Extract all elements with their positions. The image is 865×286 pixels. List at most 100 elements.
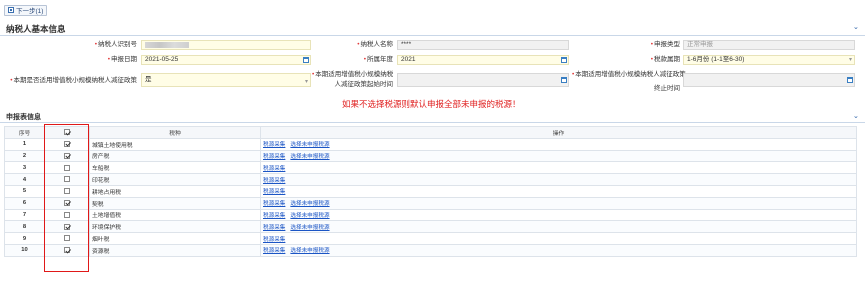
tax-type-name: 契税: [89, 196, 261, 210]
tax-period-label: •税款属期: [650, 56, 680, 63]
tax-type-name: 烟叶税: [89, 232, 261, 245]
next-step-button[interactable]: 下一步(1): [4, 4, 48, 16]
row-seq: 6: [4, 196, 45, 210]
table-row: 4 印花税 税源采集: [4, 173, 857, 186]
policy-end-label-line2: 终止时间: [654, 85, 680, 92]
row-checkbox[interactable]: [64, 235, 70, 242]
row-checkbox-cell: [44, 232, 90, 245]
declare-type-field: 正常申报: [683, 40, 855, 50]
select-all-checkbox[interactable]: [64, 129, 70, 136]
collect-source-link[interactable]: 税源采集: [263, 248, 285, 254]
row-checkbox-cell: [44, 149, 90, 163]
declare-table-header[interactable]: 申报表信息 ⌄: [0, 112, 865, 123]
row-seq: 2: [4, 149, 45, 163]
row-ops: 税源采集 选择未申报税源: [260, 220, 857, 234]
collect-source-link[interactable]: 税源采集: [263, 154, 285, 160]
select-undeclared-link[interactable]: 选择未申报税源: [290, 201, 329, 207]
toolbar: 下一步(1): [4, 4, 48, 16]
policy-start-label-line2: 人减征政策起始时间: [334, 81, 394, 88]
row-checkbox[interactable]: [64, 188, 70, 195]
calendar-icon[interactable]: [561, 77, 567, 83]
source-selection-note: 如果不选择税源则默认申报全部未申报的税源！: [342, 99, 521, 109]
small-scale-select[interactable]: 是 ▾: [141, 73, 311, 87]
collect-source-link[interactable]: 税源采集: [263, 225, 285, 231]
taxpayer-name-field: ****: [397, 40, 569, 50]
collect-source-link[interactable]: 税源采集: [263, 237, 285, 243]
tax-type-name: 资源税: [89, 243, 261, 257]
taxpayer-name-label: •纳税人名称: [357, 41, 393, 48]
table-row: 5 耕地占用税 税源采集: [4, 184, 857, 198]
row-checkbox[interactable]: [64, 140, 70, 147]
row-ops: 税源采集 选择未申报税源: [260, 196, 857, 210]
row-checkbox[interactable]: [64, 164, 70, 171]
policy-start-field[interactable]: [397, 73, 569, 87]
row-checkbox-cell: [44, 220, 90, 234]
collect-source-link[interactable]: 税源采集: [263, 189, 285, 195]
collect-source-link[interactable]: 税源采集: [263, 142, 285, 148]
basic-info-header[interactable]: 纳税人基本信息 ⌄: [0, 22, 865, 36]
row-checkbox[interactable]: [64, 199, 70, 206]
tax-period-select[interactable]: 1-6月份 (1-1至6-30) ▾: [683, 55, 855, 65]
small-scale-label: •本期是否适用增值税小规模纳税人减征政策: [10, 77, 137, 84]
policy-end-label: •本期适用增值税小规模纳税人减征政策: [572, 71, 686, 78]
select-undeclared-link[interactable]: 选择未申报税源: [290, 213, 329, 219]
collect-source-link[interactable]: 税源采集: [263, 178, 285, 184]
collect-source-link[interactable]: 税源采集: [263, 166, 285, 172]
row-checkbox-cell: [44, 184, 90, 198]
tax-year-field[interactable]: 2021: [397, 55, 569, 65]
tax-type-name: 印花税: [89, 173, 261, 186]
row-seq: 3: [4, 161, 45, 175]
tax-type-name: 城镇土地使用税: [89, 137, 261, 151]
collapse-chevron-icon[interactable]: ⌄: [853, 113, 859, 120]
table-row: 10 资源税 税源采集 选择未申报税源: [4, 243, 857, 257]
select-undeclared-link[interactable]: 选择未申报税源: [290, 225, 329, 231]
select-undeclared-link[interactable]: 选择未申报税源: [290, 142, 329, 148]
select-undeclared-link[interactable]: 选择未申报税源: [290, 154, 329, 160]
row-checkbox[interactable]: [64, 152, 70, 159]
next-step-icon: [8, 7, 14, 13]
row-checkbox-cell: [44, 196, 90, 210]
row-ops: 税源采集 选择未申报税源: [260, 208, 857, 222]
row-checkbox[interactable]: [64, 176, 70, 183]
table-row: 3 车船税 税源采集: [4, 161, 857, 175]
table-row: 9 烟叶税 税源采集: [4, 232, 857, 245]
calendar-icon[interactable]: [303, 57, 309, 63]
select-all-header: [44, 126, 90, 139]
collect-source-link[interactable]: 税源采集: [263, 213, 285, 219]
row-checkbox-cell: [44, 173, 90, 186]
table-row: 6 契税 税源采集 选择未申报税源: [4, 196, 857, 210]
taxpayer-id-field[interactable]: [141, 40, 311, 50]
row-ops: 税源采集: [260, 184, 857, 198]
basic-info-title: 纳税人基本信息: [6, 23, 66, 34]
row-seq: 5: [4, 184, 45, 198]
calendar-icon[interactable]: [847, 77, 853, 83]
table-row: 1 城镇土地使用税 税源采集 选择未申报税源: [4, 137, 857, 151]
select-undeclared-link[interactable]: 选择未申报税源: [290, 248, 329, 254]
row-checkbox[interactable]: [64, 223, 70, 230]
tax-type-name: 耕地占用税: [89, 184, 261, 198]
row-ops: 税源采集: [260, 161, 857, 175]
dropdown-icon[interactable]: ▾: [305, 76, 308, 88]
row-seq: 1: [4, 137, 45, 151]
taxpayer-id-label: •纳税人识别号: [94, 41, 137, 48]
row-seq: 4: [4, 173, 45, 186]
table-row: 7 土地增值税 税源采集 选择未申报税源: [4, 208, 857, 222]
row-checkbox[interactable]: [64, 247, 70, 254]
row-checkbox-cell: [44, 137, 90, 151]
dropdown-icon[interactable]: ▾: [849, 56, 852, 64]
declare-table-title: 申报表信息: [6, 114, 41, 121]
policy-end-field[interactable]: [683, 73, 855, 87]
collapse-chevron-icon[interactable]: ⌄: [853, 24, 859, 31]
row-checkbox-cell: [44, 208, 90, 222]
tax-type-name: 房产税: [89, 149, 261, 163]
declare-date-field[interactable]: 2021-05-25: [141, 55, 311, 65]
row-seq: 9: [4, 232, 45, 245]
calendar-icon[interactable]: [561, 57, 567, 63]
row-ops: 税源采集 选择未申报税源: [260, 243, 857, 257]
row-checkbox-cell: [44, 161, 90, 175]
next-step-label: 下一步(1): [16, 8, 44, 15]
row-seq: 8: [4, 220, 45, 234]
collect-source-link[interactable]: 税源采集: [263, 201, 285, 207]
declare-date-label: •申报日期: [107, 56, 137, 63]
row-checkbox[interactable]: [64, 211, 70, 218]
